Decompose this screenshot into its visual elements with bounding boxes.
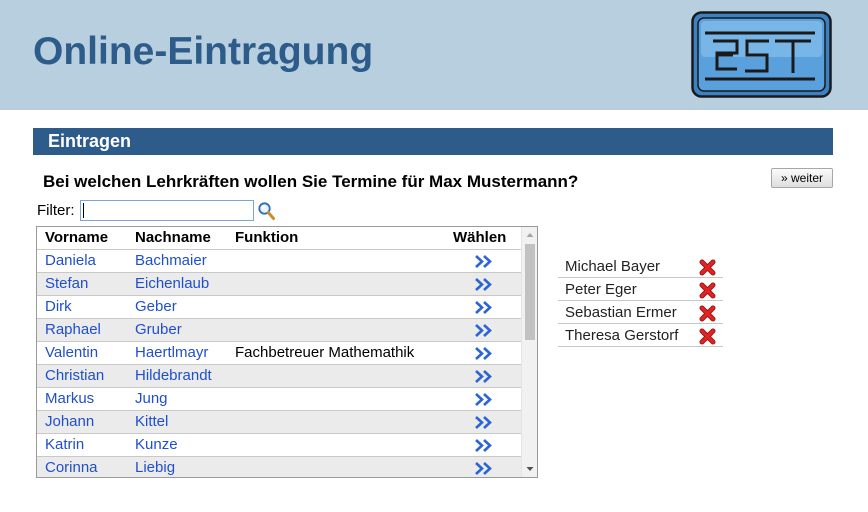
selected-teacher-name: Peter Eger [565,281,637,298]
app-title: Online-Eintragung [33,30,374,73]
scrollbar-thumb[interactable] [525,244,535,340]
section-title: Eintragen [48,131,132,151]
table-scrollbar[interactable] [521,227,537,477]
cell-vorname[interactable]: Stefan [45,275,88,292]
table-row[interactable]: Stefan Eichenlaub [37,273,521,296]
table-row[interactable]: Markus Jung [37,388,521,411]
selected-teacher-name: Michael Bayer [565,258,661,275]
cell-nachname[interactable]: Gruber [135,321,182,338]
cell-vorname[interactable]: Markus [45,390,94,407]
cell-nachname[interactable]: Kunze [135,436,178,453]
column-header-vorname: Vorname [45,229,109,246]
selected-teacher-name: Theresa Gerstorf [565,327,679,344]
cell-vorname[interactable]: Raphael [45,321,101,338]
remove-x-icon[interactable] [699,328,716,345]
cell-vorname[interactable]: Dirk [45,298,72,315]
cell-vorname[interactable]: Katrin [45,436,84,453]
table-row[interactable]: Dirk Geber [37,296,521,319]
double-chevron-right-icon[interactable] [474,438,493,453]
double-chevron-right-icon[interactable] [474,346,493,361]
search-icon[interactable] [257,201,275,221]
table-row[interactable]: Daniela Bachmaier [37,250,521,273]
cell-nachname[interactable]: Kittel [135,413,168,430]
cell-vorname[interactable]: Valentin [45,344,98,361]
est-logo [691,11,832,98]
cell-funktion: Fachbetreuer Mathemathik [235,344,415,361]
table-row[interactable]: Corinna Liebig [37,457,521,477]
table-row[interactable]: Valentin Haertlmayr Fachbetreuer Mathemath… [37,342,521,365]
table-row[interactable]: Raphael Gruber [37,319,521,342]
double-chevron-right-icon[interactable] [474,323,493,338]
cell-nachname[interactable]: Liebig [135,459,175,476]
cell-vorname[interactable]: Christian [45,367,104,384]
teacher-table: Vorname Nachname Funktion Wählen Daniela… [36,226,538,478]
table-row[interactable]: Johann Kittel [37,411,521,434]
scroll-down-arrow-icon[interactable] [522,461,538,477]
section-bar: Eintragen [33,128,833,155]
table-row[interactable]: Katrin Kunze [37,434,521,457]
cell-nachname[interactable]: Bachmaier [135,252,207,269]
cell-nachname[interactable]: Eichenlaub [135,275,209,292]
selected-teacher-item: Michael Bayer [558,255,723,278]
double-chevron-right-icon[interactable] [474,461,493,476]
question-heading: Bei welchen Lehrkräften wollen Sie Termi… [43,172,579,191]
remove-x-icon[interactable] [699,305,716,322]
remove-x-icon[interactable] [699,259,716,276]
selected-teachers-list: Michael Bayer Peter Eger Sebastian Ermer Th… [558,255,723,347]
table-header: Vorname Nachname Funktion Wählen [37,227,521,250]
cell-nachname[interactable]: Geber [135,298,177,315]
cell-vorname[interactable]: Daniela [45,252,96,269]
column-header-waehlen: Wählen [453,229,507,246]
filter-label: Filter: [37,202,75,219]
remove-x-icon[interactable] [699,282,716,299]
selected-teacher-name: Sebastian Ermer [565,304,677,321]
cell-nachname[interactable]: Haertlmayr [135,344,208,361]
double-chevron-right-icon[interactable] [474,277,493,292]
text-caret [83,203,84,218]
selected-teacher-item: Peter Eger [558,278,723,301]
double-chevron-right-icon[interactable] [474,254,493,269]
column-header-funktion: Funktion [235,229,299,246]
column-header-nachname: Nachname [135,229,211,246]
table-row[interactable]: Christian Hildebrandt [37,365,521,388]
selected-teacher-item: Sebastian Ermer [558,301,723,324]
header: Online-Eintragung [0,0,868,110]
weiter-button[interactable]: » weiter [771,168,833,188]
double-chevron-right-icon[interactable] [474,369,493,384]
double-chevron-right-icon[interactable] [474,300,493,315]
cell-nachname[interactable]: Hildebrandt [135,367,212,384]
double-chevron-right-icon[interactable] [474,415,493,430]
cell-nachname[interactable]: Jung [135,390,168,407]
selected-teacher-item: Theresa Gerstorf [558,324,723,347]
filter-input[interactable] [80,200,254,221]
scroll-up-arrow-icon[interactable] [522,227,538,243]
cell-vorname[interactable]: Corinna [45,459,98,476]
double-chevron-right-icon[interactable] [474,392,493,407]
cell-vorname[interactable]: Johann [45,413,94,430]
